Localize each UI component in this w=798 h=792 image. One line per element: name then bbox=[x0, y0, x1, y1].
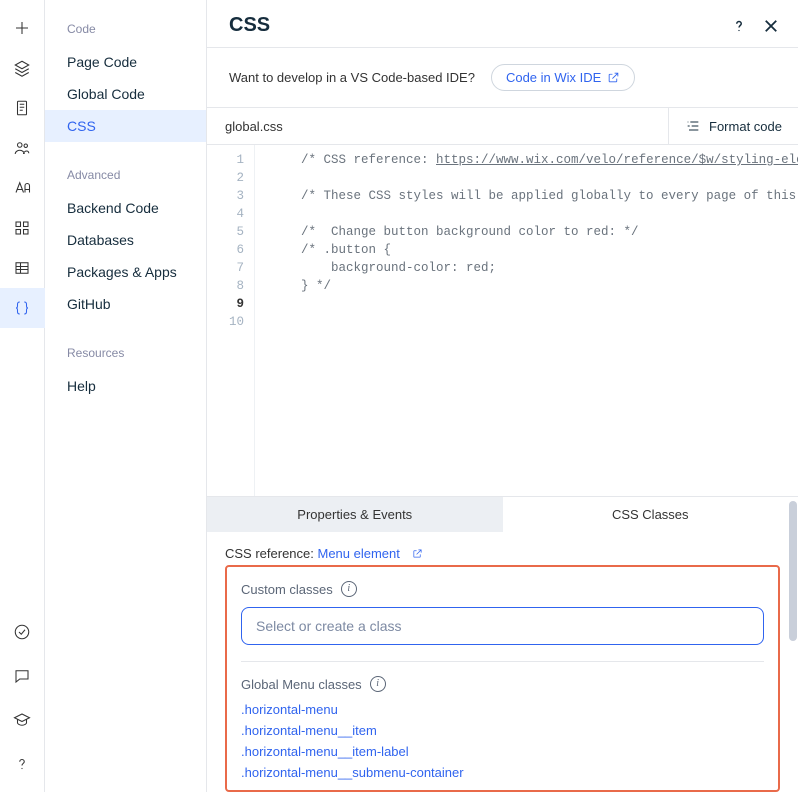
side-section-advanced: Advanced bbox=[45, 160, 206, 192]
global-classes-label: Global Menu classes bbox=[241, 677, 362, 692]
text-style-icon[interactable] bbox=[0, 168, 45, 208]
divider bbox=[241, 661, 764, 662]
bottom-pane: Properties & Events CSS Classes CSS refe… bbox=[207, 496, 798, 792]
side-item-css[interactable]: CSS bbox=[45, 110, 206, 142]
code-in-wix-ide-label: Code in Wix IDE bbox=[506, 70, 601, 85]
active-file-tab[interactable]: global.css bbox=[207, 109, 302, 144]
format-code-label: Format code bbox=[709, 119, 782, 134]
main-panel: CSS Want to develop in a VS Code-based I… bbox=[207, 0, 798, 792]
side-item-backend-code[interactable]: Backend Code bbox=[45, 192, 206, 224]
add-icon[interactable] bbox=[0, 8, 45, 48]
side-item-global-code[interactable]: Global Code bbox=[45, 78, 206, 110]
classes-highlight-box: Custom classes i Global Menu classes i .… bbox=[225, 565, 780, 792]
code-editor[interactable]: 12345678910 /* CSS reference: https://ww… bbox=[207, 145, 798, 496]
check-circle-icon[interactable] bbox=[0, 612, 45, 652]
side-item-help[interactable]: Help bbox=[45, 370, 206, 402]
code-body[interactable]: /* CSS reference: https://www.wix.com/ve… bbox=[255, 145, 798, 496]
bottom-tabs: Properties & Events CSS Classes bbox=[207, 497, 798, 532]
panel-header: CSS bbox=[207, 0, 798, 48]
line-gutter: 12345678910 bbox=[207, 145, 255, 496]
format-icon bbox=[685, 118, 701, 134]
table-icon[interactable] bbox=[0, 248, 45, 288]
format-code-button[interactable]: Format code bbox=[668, 108, 798, 144]
code-in-wix-ide-button[interactable]: Code in Wix IDE bbox=[491, 64, 635, 91]
side-panel: Code Page Code Global Code CSS Advanced … bbox=[45, 0, 207, 792]
left-rail bbox=[0, 0, 45, 792]
vertical-scrollbar[interactable] bbox=[788, 497, 798, 784]
class-link[interactable]: .horizontal-menu__item-label bbox=[241, 744, 764, 759]
grad-cap-icon[interactable] bbox=[0, 700, 45, 740]
side-item-packages-apps[interactable]: Packages & Apps bbox=[45, 256, 206, 288]
external-link-icon bbox=[412, 548, 423, 559]
class-link[interactable]: .horizontal-menu bbox=[241, 702, 764, 717]
side-section-code: Code bbox=[45, 14, 206, 46]
team-icon[interactable] bbox=[0, 128, 45, 168]
file-bar: global.css Format code bbox=[207, 108, 798, 145]
class-link[interactable]: .horizontal-menu__item bbox=[241, 723, 764, 738]
custom-class-input[interactable] bbox=[241, 607, 764, 645]
help-icon[interactable] bbox=[0, 744, 45, 784]
layers-icon[interactable] bbox=[0, 48, 45, 88]
css-reference-line: CSS reference: Menu element bbox=[225, 546, 780, 561]
close-icon[interactable] bbox=[762, 17, 780, 35]
css-reference-link[interactable]: Menu element bbox=[318, 546, 423, 561]
info-icon[interactable]: i bbox=[341, 581, 357, 597]
ide-prompt-bar: Want to develop in a VS Code-based IDE? … bbox=[207, 48, 798, 108]
ide-prompt-text: Want to develop in a VS Code-based IDE? bbox=[229, 70, 475, 85]
panel-title: CSS bbox=[229, 14, 270, 37]
class-link[interactable]: .horizontal-menu__submenu-container bbox=[241, 765, 764, 780]
info-icon[interactable]: i bbox=[370, 676, 386, 692]
custom-classes-label: Custom classes bbox=[241, 582, 333, 597]
side-item-databases[interactable]: Databases bbox=[45, 224, 206, 256]
grid-apps-icon[interactable] bbox=[0, 208, 45, 248]
css-reference-prefix: CSS reference: bbox=[225, 546, 318, 561]
page-icon[interactable] bbox=[0, 88, 45, 128]
side-section-resources: Resources bbox=[45, 338, 206, 370]
tab-css-classes[interactable]: CSS Classes bbox=[503, 497, 798, 532]
braces-icon[interactable] bbox=[0, 288, 45, 328]
tab-properties-events[interactable]: Properties & Events bbox=[207, 497, 503, 532]
side-item-page-code[interactable]: Page Code bbox=[45, 46, 206, 78]
chat-icon[interactable] bbox=[0, 656, 45, 696]
panel-help-icon[interactable] bbox=[730, 17, 748, 35]
external-link-icon bbox=[607, 71, 620, 84]
global-class-list: .horizontal-menu .horizontal-menu__item … bbox=[241, 702, 764, 780]
side-item-github[interactable]: GitHub bbox=[45, 288, 206, 320]
